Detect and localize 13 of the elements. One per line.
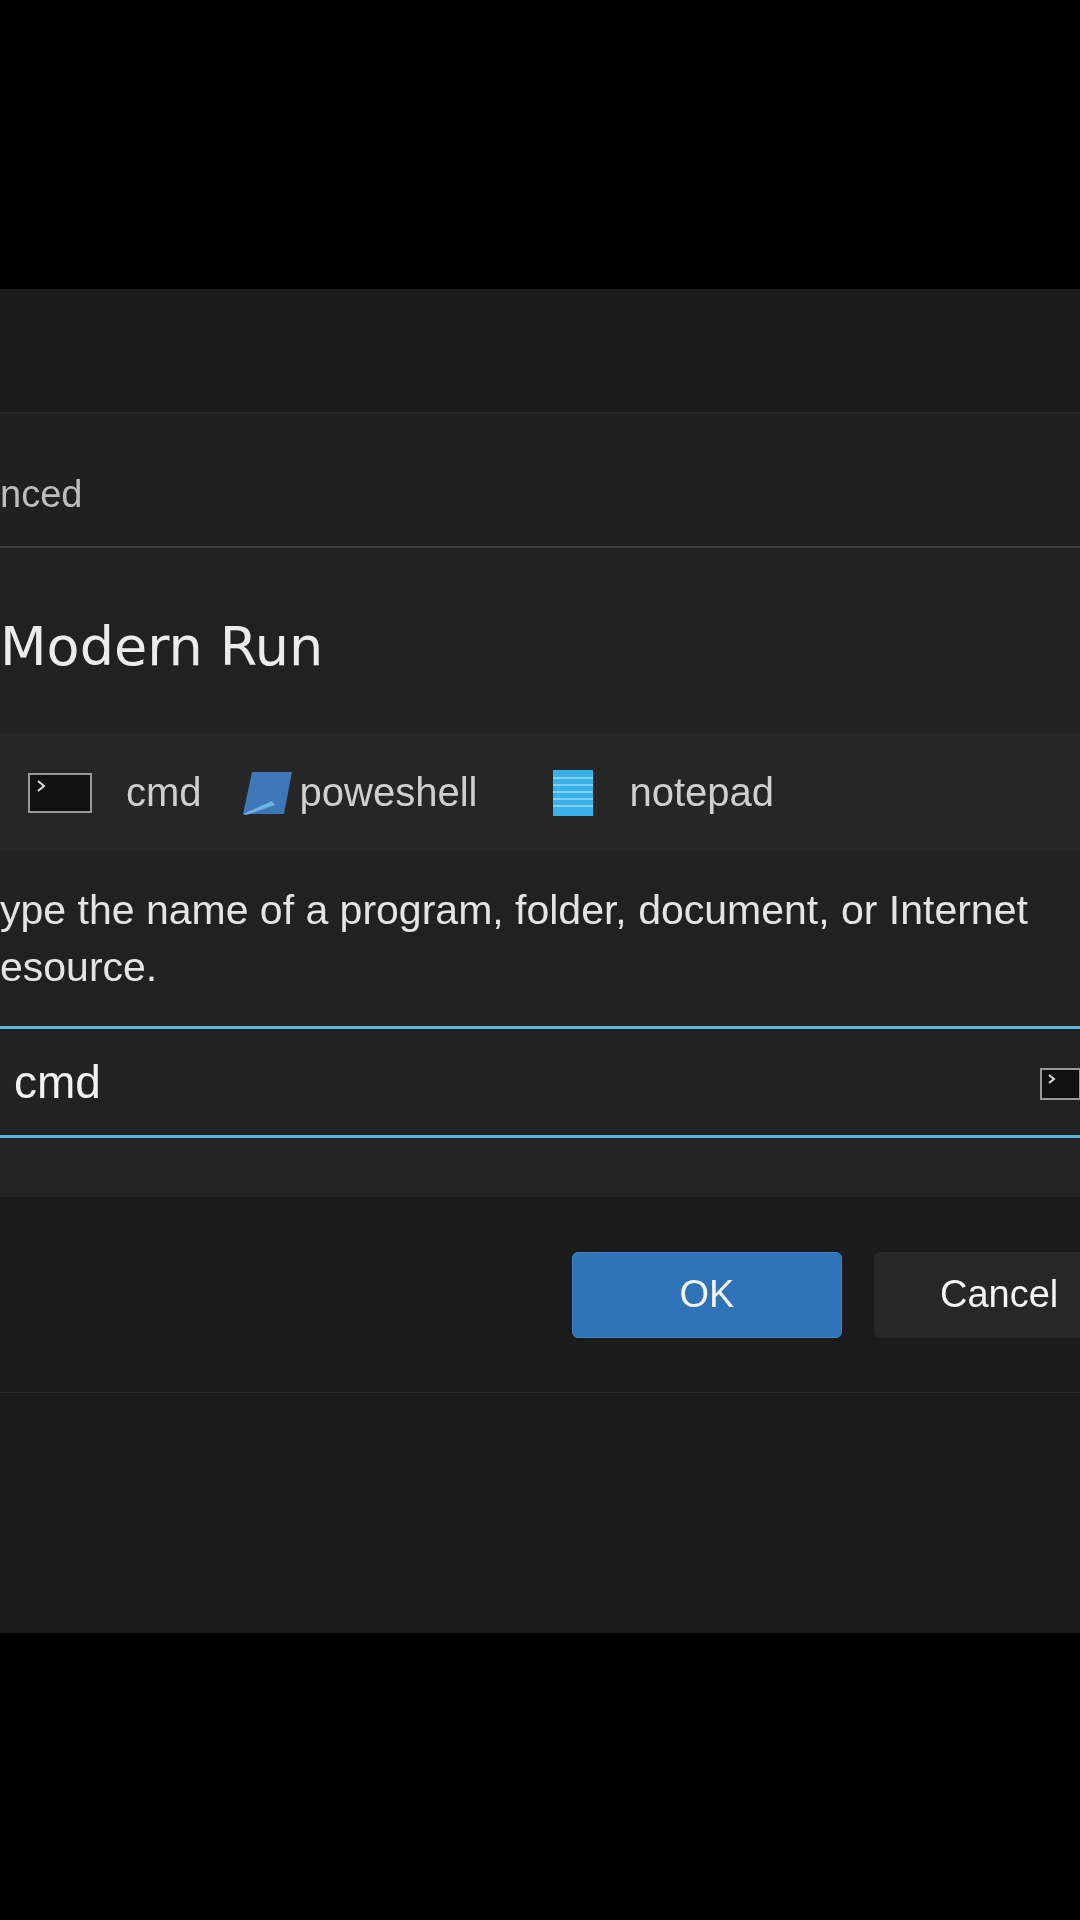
run-input-field[interactable]: cmd: [0, 1026, 1080, 1138]
terminal-icon[interactable]: [28, 772, 92, 813]
shell-icon[interactable]: [241, 770, 292, 815]
nav-item[interactable]: nced: [0, 443, 83, 516]
notepad-icon[interactable]: [553, 769, 594, 816]
instruction-text: ype the name of a program, folder, document, or Internet esource.: [0, 885, 1028, 992]
dialog-title: Modern Run: [0, 613, 324, 678]
terminal-icon: [1040, 1068, 1080, 1100]
quick-launch-item[interactable]: cmd: [126, 770, 202, 815]
quick-launch-item[interactable]: poweshell: [299, 770, 478, 815]
quick-launch-item[interactable]: notepad: [629, 770, 775, 815]
cancel-button[interactable]: Cancel: [874, 1251, 1080, 1338]
ok-button[interactable]: OK: [572, 1251, 842, 1338]
